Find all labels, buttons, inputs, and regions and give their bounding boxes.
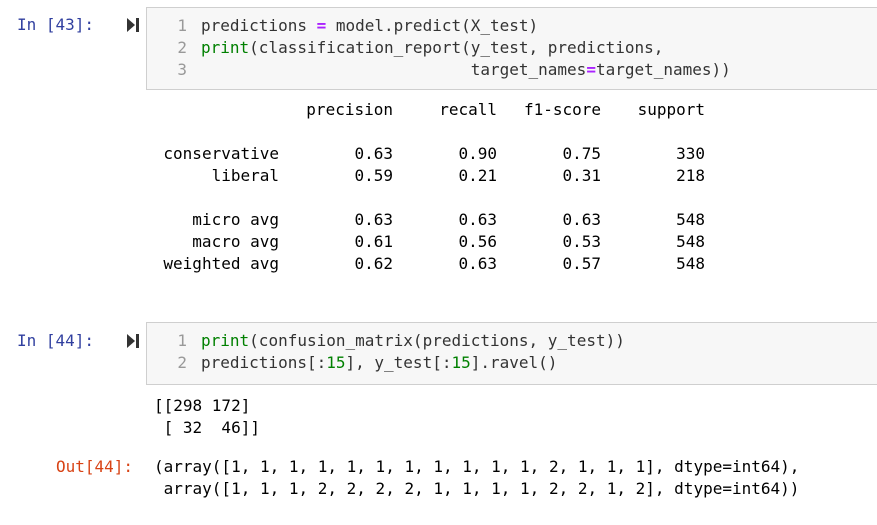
support-value: 548 bbox=[676, 254, 705, 273]
recall-value: 0.21 bbox=[458, 166, 497, 185]
report-row: macro avg 0.61 0.56 0.53 548 bbox=[0, 231, 877, 253]
f1-value: 0.53 bbox=[562, 232, 601, 251]
report-header: precision recall f1-score support bbox=[0, 99, 877, 121]
f1-value: 0.31 bbox=[562, 166, 601, 185]
cell-43: In [43]: 1 predictions = model.predict(X_… bbox=[0, 0, 877, 300]
column-header: precision bbox=[306, 100, 393, 119]
support-value: 548 bbox=[676, 210, 705, 229]
f1-value: 0.63 bbox=[562, 210, 601, 229]
precision-value: 0.61 bbox=[354, 232, 393, 251]
code-input-43[interactable]: 1 predictions = model.predict(X_test) 2 pri… bbox=[146, 7, 877, 90]
line-number: 1 bbox=[177, 16, 187, 35]
code-input-44[interactable]: 1 print(confusion_matrix(predictions, y_t… bbox=[146, 322, 877, 385]
report-row: weighted avg 0.62 0.63 0.57 548 bbox=[0, 253, 877, 275]
precision-value: 0.63 bbox=[354, 144, 393, 163]
stdout-line-1: [[298 172] bbox=[154, 396, 251, 415]
in-prompt-44: In [44]: bbox=[17, 331, 95, 350]
column-header: recall bbox=[439, 100, 497, 119]
row-label: conservative bbox=[163, 144, 279, 163]
row-label: weighted avg bbox=[163, 254, 279, 273]
support-value: 330 bbox=[676, 144, 705, 163]
report-row: liberal 0.59 0.21 0.31 218 bbox=[0, 165, 877, 187]
recall-value: 0.63 bbox=[458, 254, 497, 273]
recall-value: 0.63 bbox=[458, 210, 497, 229]
stdout-line-2: [ 32 46]] bbox=[154, 418, 260, 437]
code-text: print(confusion_matrix(predictions, y_te… bbox=[201, 331, 625, 350]
run-cell-icon[interactable] bbox=[126, 17, 140, 33]
support-value: 548 bbox=[676, 232, 705, 251]
support-value: 218 bbox=[676, 166, 705, 185]
run-cell-icon[interactable] bbox=[126, 333, 140, 349]
recall-value: 0.56 bbox=[458, 232, 497, 251]
code-text: target_names=target_names)) bbox=[201, 60, 731, 79]
line-number: 1 bbox=[177, 331, 187, 350]
column-header: f1-score bbox=[523, 100, 601, 119]
code-text: print(classification_report(y_test, pred… bbox=[201, 38, 664, 57]
out-prompt-44: Out[44]: bbox=[56, 457, 134, 476]
line-number: 2 bbox=[177, 353, 187, 372]
column-header: support bbox=[637, 100, 705, 119]
result-line-1: (array([1, 1, 1, 1, 1, 1, 1, 1, 1, 1, 1,… bbox=[154, 457, 800, 476]
report-row: conservative 0.63 0.90 0.75 330 bbox=[0, 143, 877, 165]
row-label: liberal bbox=[211, 166, 279, 185]
precision-value: 0.59 bbox=[354, 166, 393, 185]
code-text: predictions[:15], y_test[:15].ravel() bbox=[201, 353, 558, 372]
row-label: micro avg bbox=[192, 210, 279, 229]
line-number: 2 bbox=[177, 38, 187, 57]
f1-value: 0.57 bbox=[562, 254, 601, 273]
cell-44: In [44]: 1 print(confusion_matrix(predict… bbox=[0, 315, 877, 525]
row-label: macro avg bbox=[192, 232, 279, 251]
recall-value: 0.90 bbox=[458, 144, 497, 163]
precision-value: 0.63 bbox=[354, 210, 393, 229]
f1-value: 0.75 bbox=[562, 144, 601, 163]
code-text: predictions = model.predict(X_test) bbox=[201, 16, 539, 35]
classification-report: precision recall f1-score support conservati… bbox=[0, 98, 877, 288]
in-prompt-43: In [43]: bbox=[17, 15, 95, 34]
line-number: 3 bbox=[177, 60, 187, 79]
result-line-2: array([1, 1, 1, 2, 2, 2, 2, 1, 1, 1, 1, … bbox=[154, 479, 800, 498]
report-row: micro avg 0.63 0.63 0.63 548 bbox=[0, 209, 877, 231]
precision-value: 0.62 bbox=[354, 254, 393, 273]
